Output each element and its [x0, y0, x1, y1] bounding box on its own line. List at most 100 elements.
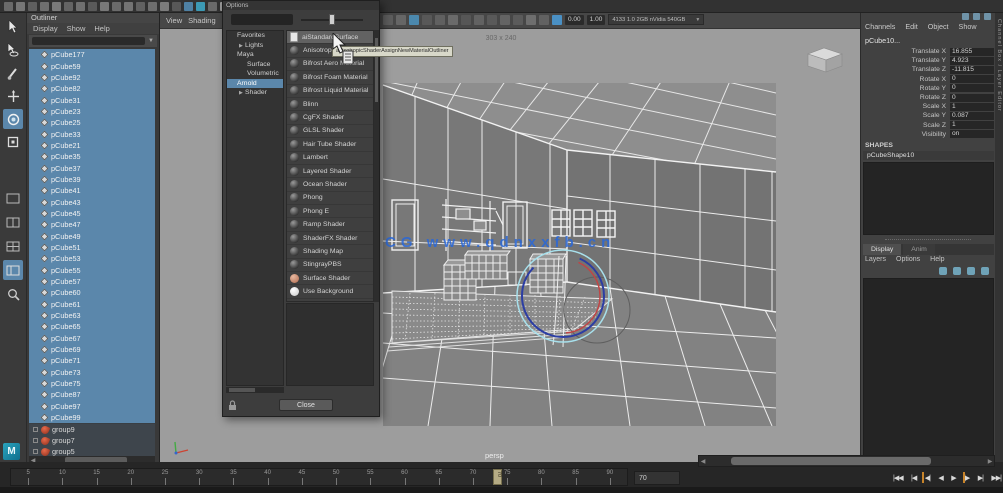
panel-toolbar-icon[interactable] [409, 14, 419, 25]
list-item[interactable]: pCube21 [29, 139, 155, 152]
material-item[interactable]: Layered Shader [287, 165, 373, 179]
layout-button[interactable] [3, 236, 23, 256]
list-item[interactable]: pCube39 [29, 173, 155, 186]
pane-divider-handle[interactable] [885, 239, 971, 241]
shelf-icon[interactable] [196, 1, 205, 11]
tool-button[interactable] [3, 86, 23, 106]
material-item[interactable]: Ocean Shader [287, 178, 373, 192]
list-item[interactable]: pCube87 [29, 389, 155, 401]
list-item[interactable]: pCube82 [29, 83, 155, 95]
shelf-icon[interactable] [208, 1, 217, 11]
list-item[interactable]: pCube55 [29, 264, 155, 276]
playback-button[interactable]: ▶| [978, 474, 984, 482]
current-time-field[interactable]: 70 [634, 471, 680, 485]
material-item[interactable]: Bifrost Foam Material [287, 71, 373, 85]
menu-item[interactable]: Options [896, 256, 920, 263]
channel-value-field[interactable]: 1 [950, 121, 994, 130]
panel-toolbar-icon[interactable] [448, 14, 458, 25]
list-item[interactable]: pCube99 [29, 412, 155, 424]
shelf-icon[interactable] [64, 1, 73, 11]
layout-button[interactable] [3, 260, 23, 280]
channel-label[interactable]: Rotate Y [920, 85, 946, 92]
shelf-icon[interactable] [88, 1, 97, 11]
playback-button[interactable]: |◀◀ [893, 474, 904, 482]
list-item[interactable]: pCube41 [29, 185, 155, 197]
material-search-input[interactable] [231, 14, 293, 25]
icon-size-slider[interactable] [301, 14, 363, 25]
node-name-field[interactable]: pCube10... [865, 36, 900, 45]
menu-item[interactable]: Layers [865, 256, 886, 263]
panel-toolbar-icon[interactable] [461, 14, 471, 25]
list-item[interactable]: group9 [29, 424, 155, 435]
shelf-icon[interactable] [148, 1, 157, 11]
search-input[interactable] [32, 37, 146, 45]
layout-button[interactable] [3, 212, 23, 232]
shelf-icon[interactable] [100, 1, 109, 11]
panel-hscrollbar[interactable]: ◀ ▶ [698, 455, 995, 467]
material-item[interactable]: aiStandardSurface [287, 31, 373, 45]
layer-action-icon[interactable] [939, 267, 947, 275]
material-item[interactable]: Ramp Shader [287, 218, 373, 232]
shape-node-name[interactable]: pCubeShape10 [863, 151, 994, 160]
list-item[interactable]: pCube97 [29, 400, 155, 412]
shelf-icon[interactable] [40, 1, 49, 11]
material-item[interactable]: Bifrost Liquid Material [287, 85, 373, 98]
tree-item[interactable]: Surface [227, 60, 283, 70]
material-item[interactable]: Lambert [287, 152, 373, 165]
exposure-field[interactable]: 0.00 [565, 14, 584, 25]
tool-button[interactable] [3, 17, 23, 37]
shading-menu[interactable]: Shading [188, 16, 216, 25]
panel-toolbar-icon[interactable] [539, 14, 549, 25]
channel-value-field[interactable]: 0 [950, 75, 994, 84]
tree-item[interactable]: ▶ Lights [227, 41, 283, 51]
gamma-field[interactable]: 1.00 [586, 14, 606, 25]
shelf-icon[interactable] [124, 1, 133, 11]
expand-box-icon[interactable] [33, 427, 38, 432]
list-item[interactable]: pCube33 [29, 128, 155, 140]
channel-label[interactable]: Translate Z [912, 66, 946, 73]
list-item[interactable]: pCube57 [29, 275, 155, 288]
tree-hscrollbar[interactable] [226, 387, 284, 393]
list-item[interactable]: pCube23 [29, 105, 155, 118]
channel-value-field[interactable]: on [950, 130, 994, 139]
expand-box-icon[interactable] [33, 449, 38, 454]
layout-button[interactable] [3, 188, 23, 208]
list-item[interactable]: pCube35 [29, 151, 155, 163]
sidebar-tab-strip[interactable]: Channel Box / Layer Editor [995, 13, 1003, 462]
menu-item[interactable]: Channels [865, 22, 895, 31]
material-item[interactable]: Shading Map [287, 245, 373, 259]
panel-toolbar-icon[interactable] [487, 14, 497, 25]
layer-list[interactable] [863, 278, 994, 456]
tree-item[interactable]: Volumetric [227, 69, 283, 79]
list-vscrollbar[interactable] [374, 30, 379, 302]
menu-item[interactable]: Show [67, 24, 86, 33]
channel-value-field[interactable]: 16.855 [950, 47, 994, 56]
channel-value-field[interactable]: 1 [950, 102, 994, 111]
shelf-icon[interactable] [136, 1, 145, 11]
material-item[interactable]: Phong [287, 192, 373, 206]
list-item[interactable]: pCube73 [29, 366, 155, 378]
list-item[interactable]: pCube31 [29, 94, 155, 106]
list-item[interactable]: pCube53 [29, 253, 155, 265]
panel-toolbar-icon[interactable] [513, 14, 523, 25]
material-item[interactable]: Surface Shader [287, 272, 373, 286]
scroll-right-icon[interactable]: ▶ [986, 457, 994, 466]
layer-action-icon[interactable] [953, 267, 961, 275]
layer-tab[interactable]: Display [863, 244, 902, 255]
shelf-icon[interactable] [4, 1, 13, 11]
layout-button[interactable] [3, 284, 23, 304]
playback-button[interactable]: ◀| [925, 474, 931, 482]
panel-toolbar-icon[interactable] [383, 14, 393, 25]
panel-toolbar-icon[interactable] [396, 14, 406, 25]
list-item[interactable]: pCube63 [29, 309, 155, 322]
tree-item[interactable]: ▶ Shader [227, 88, 283, 98]
channel-label[interactable]: Scale X [923, 103, 946, 110]
playback-button[interactable]: ▶ [951, 474, 956, 482]
scroll-left-icon[interactable]: ◀ [699, 457, 707, 466]
playhead[interactable]: 70 [493, 469, 502, 485]
tree-item[interactable]: Arnold [227, 78, 283, 88]
channel-label[interactable]: Translate Y [912, 57, 946, 64]
material-item[interactable]: Use Background [287, 285, 373, 299]
list-item[interactable]: pCube59 [29, 60, 155, 72]
channel-label[interactable]: Rotate X [920, 76, 946, 83]
